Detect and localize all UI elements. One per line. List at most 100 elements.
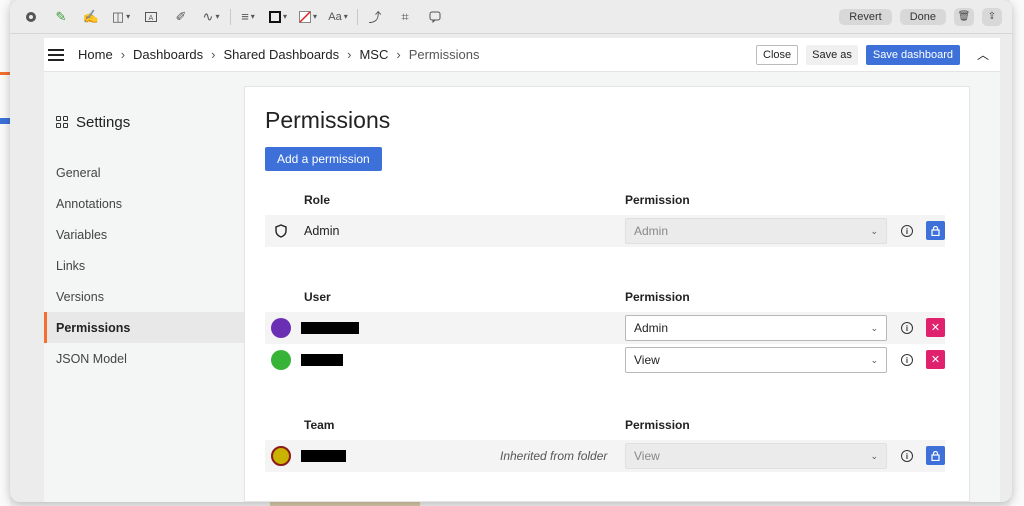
remove-icon[interactable]: ✕	[926, 318, 945, 337]
signature-icon[interactable]: ∿	[200, 6, 222, 28]
chevron-right-icon: ›	[347, 47, 352, 62]
nav-annotations[interactable]: Annotations	[44, 188, 244, 219]
page-title: Permissions	[265, 107, 391, 133]
settings-title-text: Settings	[76, 113, 131, 131]
breadcrumb-current: Permissions	[408, 47, 480, 62]
fill-color-icon[interactable]	[297, 6, 319, 28]
breadcrumb-shared-dashboards[interactable]: Shared Dashboards	[223, 47, 339, 62]
annotate-icon[interactable]	[424, 6, 446, 28]
shapes-icon[interactable]: ◫	[110, 6, 132, 28]
background-app-right	[1010, 0, 1024, 506]
settings-sidebar: Settings General Annotations Variables L…	[44, 86, 244, 374]
sketch-icon[interactable]: ✎	[50, 6, 72, 28]
border-color-icon[interactable]	[267, 6, 289, 28]
lock-icon[interactable]	[926, 446, 945, 465]
rotate-icon[interactable]: ⤴	[364, 6, 386, 28]
user-avatar	[265, 318, 297, 338]
select-value: View	[634, 449, 660, 463]
menu-icon[interactable]	[48, 48, 64, 61]
role-name: Admin	[304, 224, 340, 238]
settings-nav: General Annotations Variables Links Vers…	[44, 157, 244, 374]
avatar	[271, 350, 291, 370]
svg-text:A: A	[149, 14, 154, 22]
shape-style-icon[interactable]: ≡	[237, 6, 259, 28]
toolbar-divider	[230, 8, 231, 25]
select-value: Admin	[634, 224, 669, 238]
info-icon[interactable]: i	[901, 225, 913, 237]
team-permission-select: View ⌄	[625, 443, 887, 469]
trash-icon[interactable]: 🗑	[954, 7, 974, 26]
toolbar-divider	[357, 8, 358, 25]
revert-button[interactable]: Revert	[839, 8, 892, 25]
breadcrumb-dashboards[interactable]: Dashboards	[133, 47, 203, 62]
redacted-username	[301, 322, 359, 334]
text-box-icon[interactable]: A	[140, 6, 162, 28]
chevron-up-icon[interactable]: ︿	[974, 46, 992, 63]
done-button[interactable]: Done	[899, 8, 946, 25]
markup-toggle-icon[interactable]	[20, 6, 42, 28]
team-row: Inherited from folder View ⌄ i	[265, 440, 945, 472]
breadcrumb: Home › Dashboards › Shared Dashboards › …	[78, 47, 480, 62]
breadcrumb-home[interactable]: Home	[78, 47, 113, 62]
chevron-right-icon: ›	[396, 47, 401, 62]
share-icon[interactable]: ⇪	[982, 7, 1002, 26]
permission-column-header: Permission	[625, 290, 690, 304]
highlight-icon[interactable]: ✐	[170, 6, 192, 28]
user-avatar	[265, 350, 297, 370]
nav-versions[interactable]: Versions	[44, 281, 244, 312]
nav-json-model[interactable]: JSON Model	[44, 343, 244, 374]
grafana-frame: Home › Dashboards › Shared Dashboards › …	[44, 38, 1000, 502]
permission-column-header: Permission	[625, 193, 690, 207]
breadcrumb-msc[interactable]: MSC	[359, 47, 388, 62]
user-row: View ⌄ i ✕	[265, 344, 945, 376]
nav-variables[interactable]: Variables	[44, 219, 244, 250]
apps-icon	[56, 116, 68, 128]
close-button[interactable]: Close	[756, 44, 799, 65]
info-icon[interactable]: i	[901, 450, 913, 462]
role-column-header: Role	[304, 193, 331, 207]
settings-title: Settings	[44, 110, 244, 134]
avatar	[271, 446, 291, 466]
inherited-note: Inherited from folder	[500, 449, 608, 463]
user-permission-select[interactable]: View ⌄	[625, 347, 887, 373]
nav-permissions[interactable]: Permissions	[44, 312, 244, 343]
top-bar: Home › Dashboards › Shared Dashboards › …	[44, 38, 1000, 72]
background-app-left	[0, 0, 10, 506]
chevron-right-icon: ›	[211, 47, 216, 62]
user-column-header: User	[304, 290, 331, 304]
remove-icon[interactable]: ✕	[926, 350, 945, 369]
avatar	[271, 318, 291, 338]
chevron-down-icon: ⌄	[870, 450, 878, 461]
markup-toolbar: ✎ ✍ ◫ A ✐ ∿ ≡ Aa ⤴ ⌗ Revert Done 🗑 ⇪	[10, 0, 1012, 34]
team-avatar	[265, 446, 297, 466]
chevron-down-icon: ⌄	[870, 225, 878, 236]
chevron-down-icon: ⌄	[870, 322, 878, 333]
background-accent-blue	[0, 118, 10, 124]
nav-general[interactable]: General	[44, 157, 244, 188]
save-dashboard-button[interactable]: Save dashboard	[865, 44, 960, 65]
chevron-right-icon: ›	[120, 47, 126, 62]
user-permission-select[interactable]: Admin ⌄	[625, 315, 887, 341]
permissions-panel: Permissions Add a permission Role Permis…	[244, 86, 970, 502]
select-value: View	[634, 353, 660, 367]
draw-icon[interactable]: ✍	[80, 6, 102, 28]
user-row: Admin ⌄ i ✕	[265, 312, 945, 344]
add-permission-button[interactable]: Add a permission	[265, 147, 382, 171]
save-as-button[interactable]: Save as	[806, 44, 858, 65]
chevron-down-icon: ⌄	[870, 354, 878, 365]
info-icon[interactable]: i	[901, 322, 913, 334]
nav-links[interactable]: Links	[44, 250, 244, 281]
team-column-header: Team	[304, 418, 335, 432]
lock-icon[interactable]	[926, 221, 945, 240]
text-style-icon[interactable]: Aa	[327, 6, 349, 28]
redacted-username	[301, 354, 343, 366]
crop-icon[interactable]: ⌗	[394, 6, 416, 28]
preview-window: ✎ ✍ ◫ A ✐ ∿ ≡ Aa ⤴ ⌗ Revert Done 🗑 ⇪	[10, 0, 1012, 502]
shield-icon	[265, 224, 297, 238]
permission-column-header: Permission	[625, 418, 690, 432]
info-icon[interactable]: i	[901, 354, 913, 366]
select-value: Admin	[634, 321, 669, 335]
background-accent-orange	[0, 72, 10, 75]
role-permission-select: Admin ⌄	[625, 218, 887, 244]
redacted-teamname	[301, 450, 346, 462]
